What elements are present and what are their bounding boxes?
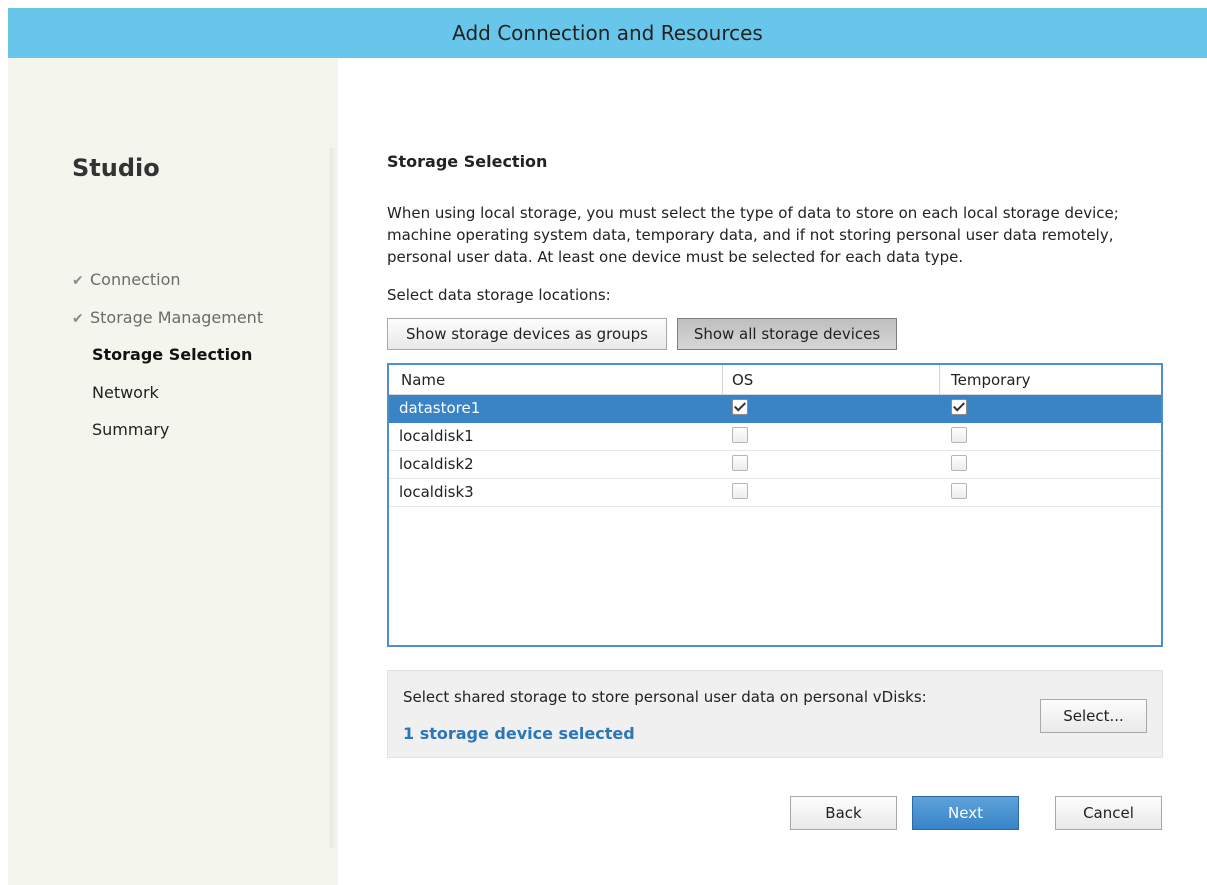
cancel-button[interactable]: Cancel: [1055, 796, 1162, 830]
table-row[interactable]: datastore1: [389, 395, 1161, 423]
check-icon: ✔: [72, 273, 84, 289]
page-description: When using local storage, you must selec…: [387, 204, 1119, 266]
column-header-temporary[interactable]: Temporary: [951, 371, 1031, 389]
temporary-checkbox[interactable]: [951, 455, 967, 471]
show-groups-button[interactable]: Show storage devices as groups: [387, 318, 667, 350]
select-shared-storage-button[interactable]: Select...: [1040, 699, 1147, 733]
step-label: Storage Management: [90, 308, 264, 327]
show-all-devices-button[interactable]: Show all storage devices: [677, 318, 897, 350]
column-header-os[interactable]: OS: [732, 371, 753, 389]
column-divider[interactable]: [722, 365, 723, 394]
table-row[interactable]: localdisk2: [389, 451, 1161, 479]
device-name: localdisk3: [399, 483, 474, 501]
os-checkbox[interactable]: [732, 483, 748, 499]
step-connection: ✔ Connection: [72, 270, 181, 289]
back-button[interactable]: Back: [790, 796, 897, 830]
table-row[interactable]: localdisk3: [389, 479, 1161, 507]
temporary-checkbox[interactable]: [951, 483, 967, 499]
page-heading: Storage Selection: [387, 152, 548, 171]
step-summary: Summary: [92, 420, 169, 439]
temporary-checkbox[interactable]: [951, 399, 967, 415]
dialog-window: Add Connection and Resources Studio ✔ Con…: [8, 8, 1207, 885]
storage-table: Name OS Temporary datastore1 localdisk1 …: [387, 363, 1163, 647]
shared-storage-status-link[interactable]: 1 storage device selected: [403, 724, 635, 743]
temporary-checkbox[interactable]: [951, 427, 967, 443]
device-name: localdisk1: [399, 427, 474, 445]
step-label: Summary: [92, 420, 170, 439]
step-network: Network: [92, 383, 159, 402]
column-header-name[interactable]: Name: [401, 371, 445, 389]
os-checkbox[interactable]: [732, 399, 748, 415]
step-storage-management: ✔ Storage Management: [72, 308, 263, 327]
os-checkbox[interactable]: [732, 455, 748, 471]
column-divider[interactable]: [939, 365, 940, 394]
device-name: datastore1: [399, 399, 481, 417]
step-label: Storage Selection: [92, 345, 253, 364]
app-title: Studio: [72, 154, 160, 182]
wizard-content: Storage Selection When using local stora…: [338, 58, 1207, 885]
window-title: Add Connection and Resources: [452, 21, 763, 45]
step-label: Connection: [90, 270, 181, 289]
os-checkbox[interactable]: [732, 427, 748, 443]
shared-storage-panel: Select shared storage to store personal …: [387, 670, 1163, 758]
device-name: localdisk2: [399, 455, 474, 473]
table-header: Name OS Temporary: [389, 365, 1161, 395]
check-icon: ✔: [72, 311, 84, 327]
wizard-sidebar: Studio ✔ Connection ✔ Storage Management S…: [8, 58, 330, 885]
next-button[interactable]: Next: [912, 796, 1019, 830]
table-row[interactable]: localdisk1: [389, 423, 1161, 451]
title-bar: Add Connection and Resources: [8, 8, 1207, 58]
shared-storage-label: Select shared storage to store personal …: [403, 688, 927, 706]
step-storage-selection: Storage Selection: [92, 345, 252, 364]
select-locations-label: Select data storage locations:: [387, 286, 611, 304]
sidebar-divider: [330, 148, 336, 848]
step-label: Network: [92, 383, 159, 402]
